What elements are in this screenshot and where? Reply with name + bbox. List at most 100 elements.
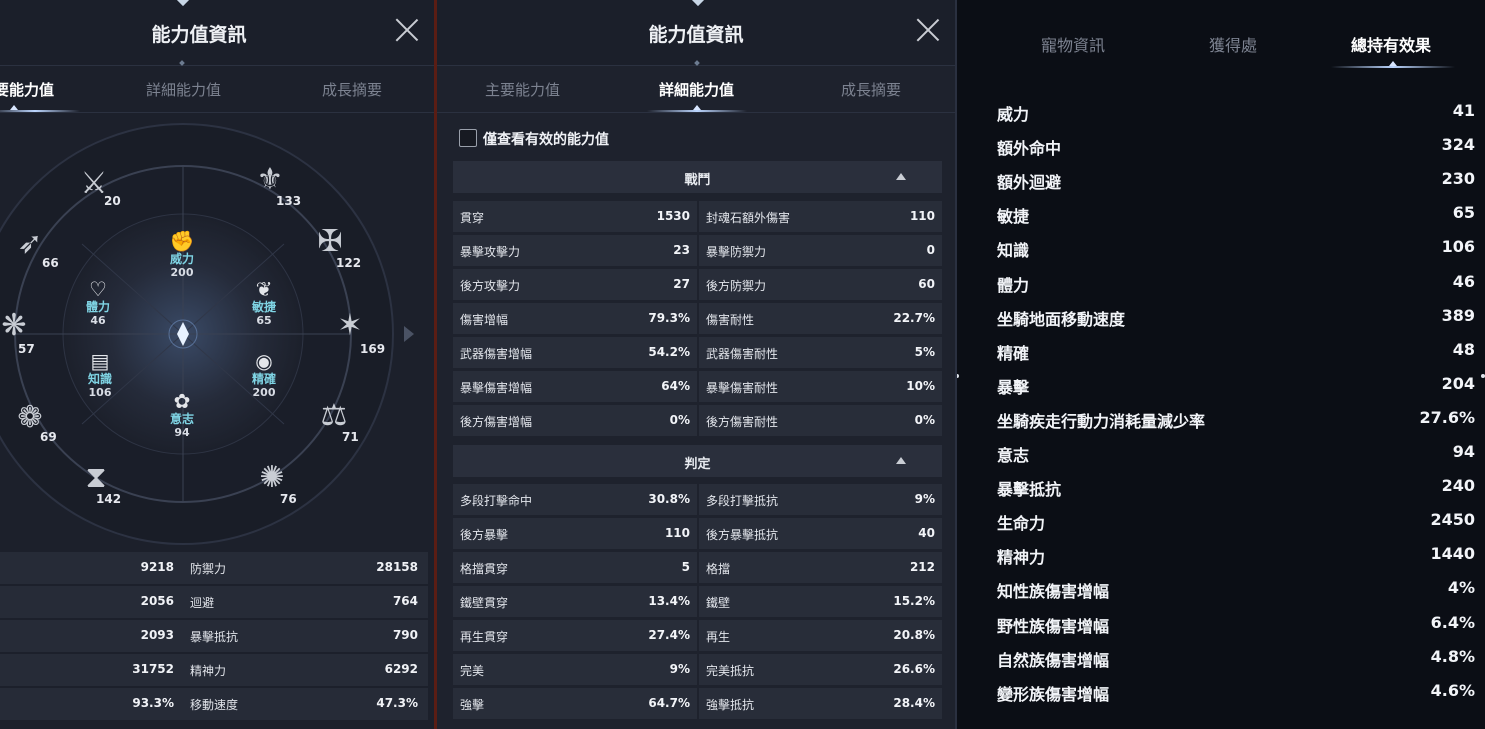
stat-node-power[interactable]: ✊ 威力 200 [152,230,212,279]
stat-name: 封魂石額外傷害 [706,211,791,225]
fist-icon: ✊ [169,229,195,253]
effect-value: 1440 [1430,544,1475,564]
stat-name: 後方傷害增幅 [460,415,533,429]
stat-node-agility[interactable]: ❦ 敏捷 65 [234,278,294,327]
emblem-value: 71 [342,430,359,444]
wheel-arrow-icon [404,326,414,342]
emblem-value: 142 [96,492,122,506]
tab-main-stats[interactable]: 要能力值 [0,79,54,100]
list-item: 敏捷 65 [997,197,1475,231]
effect-name: 精確 [997,343,1030,363]
panel-title: 能力值資訊 [151,24,247,46]
stat-value: 47.3% [376,696,418,710]
stat-node-precision[interactable]: ◉ 精確 200 [234,350,294,399]
section-header-combat[interactable]: 戰鬥 [453,161,942,193]
stat-label: 威力 [169,252,194,266]
effect-name: 知性族傷害增幅 [997,582,1110,602]
stat-node-stamina[interactable]: ♡ 體力 46 [68,278,128,327]
stat-value: 2093 [140,628,174,642]
table-row: 後方攻擊力 27 後方防禦力 60 [453,269,942,300]
effective-stats-only-checkbox[interactable] [459,129,477,147]
stat-value: 0% [914,413,935,427]
emblem-value: 57 [18,342,35,356]
star-emblem-icon[interactable]: ✶ [330,306,370,346]
table-row: 9218 防禦力 28158 [0,552,428,584]
stat-cell: 格擋貫穿 5 [453,552,697,583]
tab-acquisition[interactable]: 獲得處 [1209,32,1257,56]
stat-value: 212 [909,560,935,574]
tab-total-effects[interactable]: 總持有效果 [1351,32,1431,56]
stat-name: 貫穿 [460,211,485,225]
stat-wheel: ✊ 威力 200 ♡ 體力 46 ❦ 敏捷 65 ▤ 知識 106 ◉ 精確 2… [0,114,434,546]
tab-underline [647,110,747,112]
stat-value: 110 [664,526,690,540]
stat-value: 20.8% [893,628,935,642]
close-icon[interactable] [915,17,941,43]
tab-growth-summary[interactable]: 成長摘要 [322,79,382,100]
stat-value: 9% [914,492,935,506]
tab-pet-info[interactable]: 寵物資訊 [1041,32,1105,56]
tab-detailed-stats[interactable]: 詳細能力值 [146,79,221,100]
table-row: 武器傷害增幅 54.2% 武器傷害耐性 5% [453,337,942,368]
effect-name: 變形族傷害增幅 [997,684,1110,704]
stat-cell: 武器傷害增幅 54.2% [453,337,697,368]
tab-bar: 主要能力值 詳細能力值 成長摘要 [437,67,955,113]
stat-value: 764 [392,594,418,608]
close-icon[interactable] [394,17,420,43]
butterfly-emblem-icon[interactable]: ❋ [0,306,34,346]
stat-cell: 再生 20.8% [699,620,942,651]
stat-cell: 暴擊攻擊力 23 [453,235,697,266]
stat-cell: 暴擊傷害增幅 64% [453,371,697,402]
effect-name: 暴擊抵抗 [997,480,1062,500]
emblem-value: 122 [336,256,362,270]
stat-name: 後方傷害耐性 [706,415,779,429]
ornament-gem [694,60,700,66]
table-row: 傷害增幅 79.3% 傷害耐性 22.7% [453,303,942,334]
effect-value: 94 [1452,442,1475,461]
effect-value: 240 [1441,476,1475,496]
stat-value: 200 [170,266,194,279]
stat-value: 200 [252,386,276,399]
stat-name: 暴擊傷害耐性 [706,381,779,395]
stat-cell: 再生貫穿 27.4% [453,620,697,651]
collapse-arrow-icon[interactable] [896,173,906,180]
emblem-value: 20 [104,194,121,208]
table-row: 格擋貫穿 5 格擋 212 [453,552,942,583]
table-row: 鐵壁貫穿 13.4% 鐵壁 15.2% [453,586,942,617]
stat-value: 31752 [132,662,174,676]
stat-cell: 後方攻擊力 27 [453,269,697,300]
tab-caret-icon [693,105,701,110]
tab-caret-icon [1389,61,1397,66]
stat-name: 強擊 [460,698,485,712]
effect-value: 6.4% [1430,612,1475,632]
stat-cell: 格擋 212 [699,552,942,583]
stat-name: 多段打擊抵抗 [706,494,779,508]
table-row: 2056 迴避 764 [0,586,428,618]
emblem-value: 76 [280,492,297,506]
list-item: 知性族傷害增幅 4% [997,572,1475,606]
effect-name: 野性族傷害增幅 [997,616,1110,636]
stat-value: 790 [392,628,418,642]
stat-name: 鐵壁貫穿 [460,596,509,610]
tab-main-stats[interactable]: 主要能力值 [485,79,560,100]
stat-cell: 貫穿 1530 [453,201,697,232]
tab-detailed-stats[interactable]: 詳細能力值 [659,79,734,100]
panel-titlebar: 能力值資訊 [0,0,434,66]
emblem-value: 66 [42,256,59,270]
stat-value: 106 [88,386,112,399]
table-row: 強擊 64.7% 強擊抵抗 28.4% [453,688,942,719]
panel-title: 能力值資訊 [648,24,744,46]
stat-name: 格擋 [706,562,731,576]
section-header-judgement[interactable]: 判定 [453,445,942,477]
list-item: 額外迴避 230 [997,163,1475,197]
stat-node-will[interactable]: ✿ 意志 94 [152,390,212,439]
stat-node-knowledge[interactable]: ▤ 知識 106 [70,350,130,399]
stat-cell: 多段打擊抵抗 9% [699,484,942,515]
collapse-arrow-icon[interactable] [896,457,906,464]
stat-name: 多段打擊命中 [460,494,533,508]
effect-value: 2450 [1430,510,1475,530]
effect-name: 暴擊 [997,377,1030,397]
effect-name: 坐騎地面移動速度 [997,309,1126,329]
tab-growth-summary[interactable]: 成長摘要 [841,79,901,100]
tab-underline [1331,66,1455,68]
